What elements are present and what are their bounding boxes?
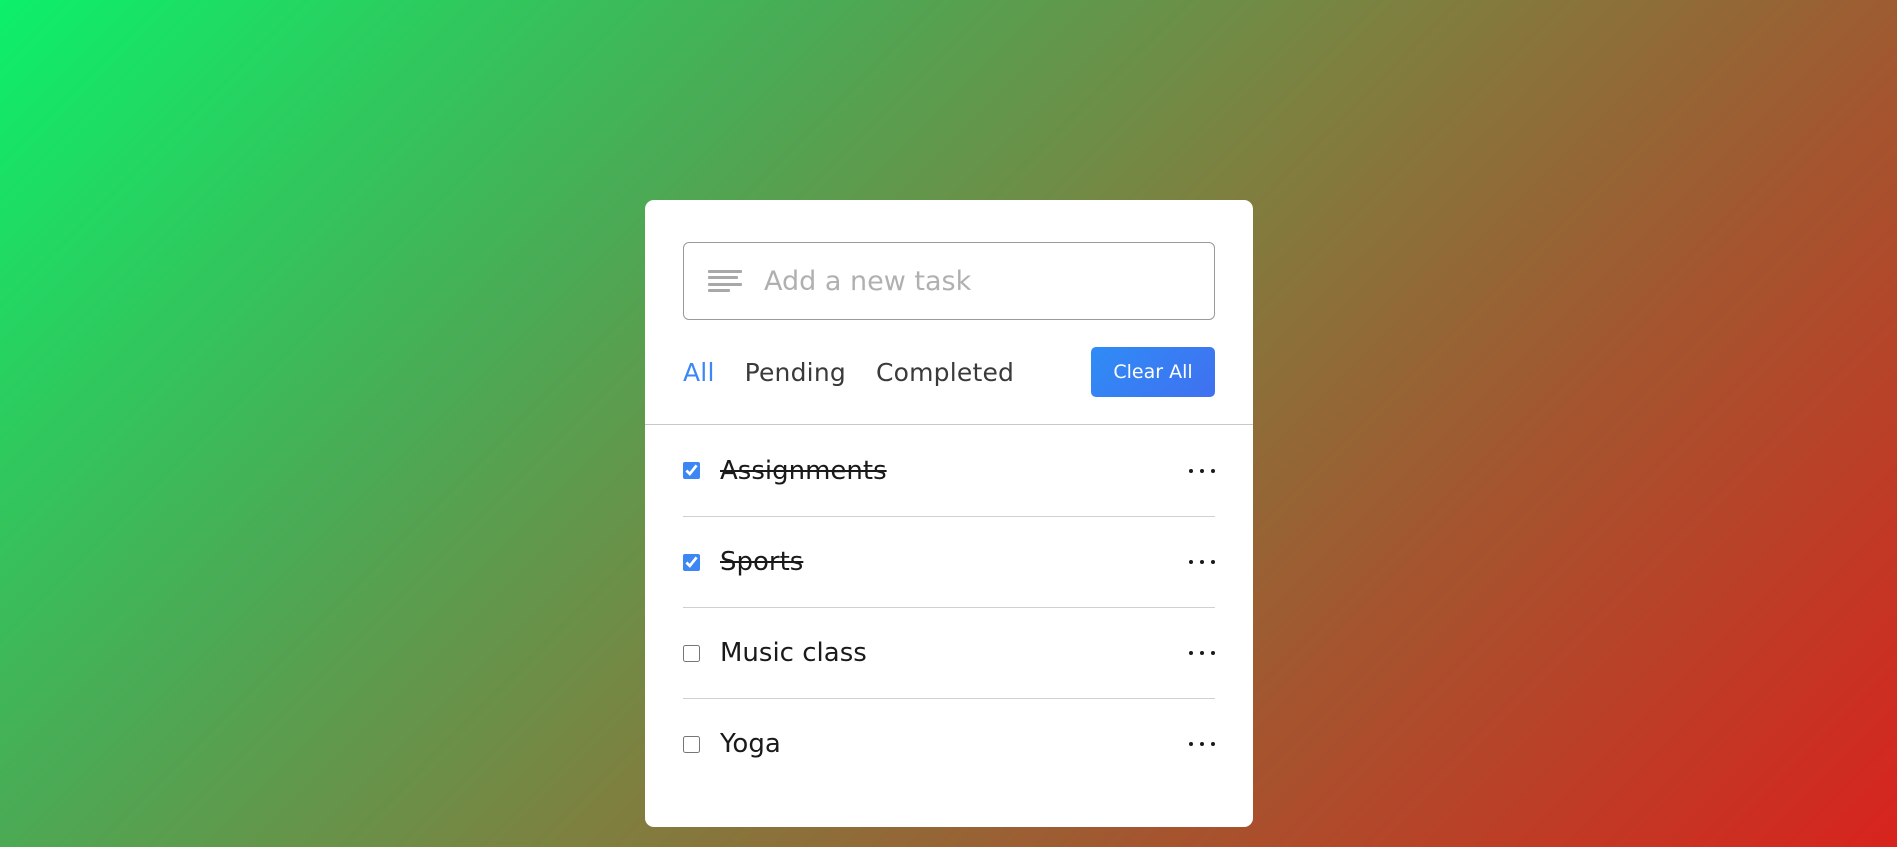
more-options-icon[interactable] xyxy=(1189,643,1215,663)
more-options-icon[interactable] xyxy=(1189,461,1215,481)
task-item: Assignments xyxy=(683,425,1215,516)
filter-pending[interactable]: Pending xyxy=(745,358,846,387)
task-checkbox[interactable] xyxy=(683,735,700,753)
task-label: Music class xyxy=(720,638,867,668)
filter-completed[interactable]: Completed xyxy=(876,358,1014,387)
task-label: Yoga xyxy=(720,729,781,759)
task-checkbox[interactable] xyxy=(683,644,700,662)
more-options-icon[interactable] xyxy=(1189,734,1215,754)
clear-all-button[interactable]: Clear All xyxy=(1091,347,1215,397)
task-list: Assignments Sports Music class Yoga xyxy=(683,425,1215,789)
filter-tabs: All Pending Completed xyxy=(683,347,1044,397)
task-item: Sports xyxy=(683,516,1215,607)
todo-card: All Pending Completed Clear All Assignme… xyxy=(645,200,1253,827)
task-input[interactable] xyxy=(764,265,1184,297)
task-item: Yoga xyxy=(683,698,1215,789)
filter-all[interactable]: All xyxy=(683,358,715,387)
task-checkbox[interactable] xyxy=(683,553,700,571)
lines-icon xyxy=(708,268,742,294)
more-options-icon[interactable] xyxy=(1189,552,1215,572)
task-item: Music class xyxy=(683,607,1215,698)
task-label: Sports xyxy=(720,547,804,577)
task-input-wrapper[interactable] xyxy=(683,242,1215,320)
task-label: Assignments xyxy=(720,455,887,486)
controls-bar: All Pending Completed Clear All xyxy=(683,347,1215,397)
task-checkbox[interactable] xyxy=(683,462,700,479)
